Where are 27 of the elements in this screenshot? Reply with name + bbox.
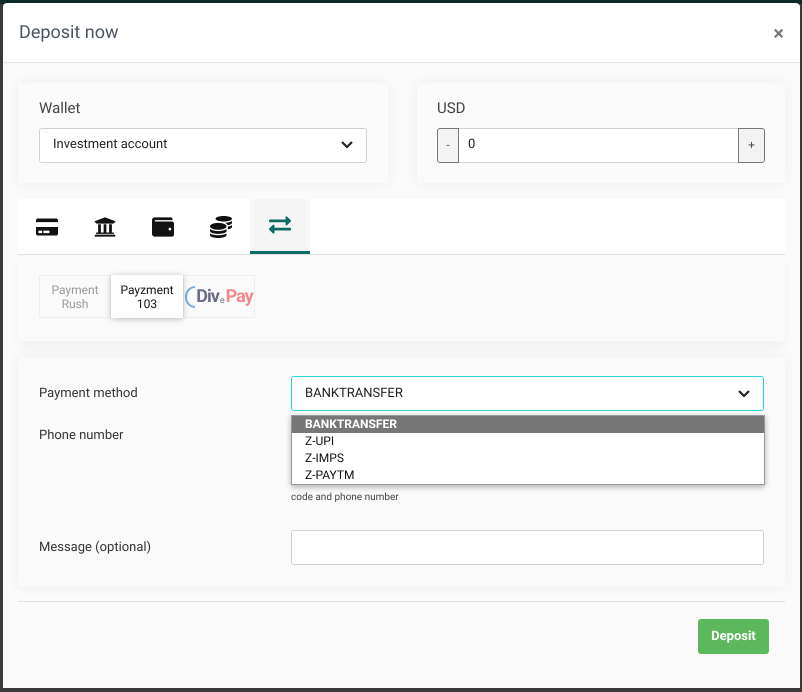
payment-method-select[interactable]: BANKTRANSFER — [291, 376, 764, 411]
chevron-down-icon — [341, 141, 353, 149]
dropdown-option[interactable]: Z-PAYTM — [292, 467, 764, 484]
wallet-icon — [152, 216, 174, 238]
increase-button[interactable]: + — [738, 128, 765, 162]
payment-method-label: Payment method — [39, 384, 139, 403]
decrease-button[interactable]: - — [437, 128, 459, 162]
dropdown-option[interactable]: Z-IMPS — [292, 450, 764, 467]
message-label: Message (optional) — [39, 538, 152, 557]
phone-hint: code and phone number — [291, 492, 400, 504]
dropdown-option[interactable]: BANKTRANSFER — [292, 416, 764, 433]
wallet-label: Wallet — [39, 98, 82, 119]
credit-card-icon — [36, 216, 58, 238]
amount-field[interactable]: 0 — [459, 128, 738, 162]
chevron-down-icon — [738, 390, 750, 398]
coins-icon — [210, 216, 232, 238]
currency-label: USD — [437, 98, 466, 119]
phone-number-label: Phone number — [39, 427, 124, 445]
dropdown-option[interactable]: Z-UPI — [292, 433, 764, 450]
message-field[interactable] — [291, 530, 764, 565]
close-button[interactable]: × — [773, 22, 784, 42]
dialog-title: Deposit now — [19, 21, 118, 45]
bank-icon — [94, 216, 116, 238]
provider-option[interactable]: Payzment 103 — [111, 275, 183, 318]
wallet-select[interactable]: Investment account — [39, 128, 367, 162]
transfer-arrows-icon — [269, 214, 291, 236]
divepay-logo[interactable]: Dive Pay — [183, 275, 255, 318]
